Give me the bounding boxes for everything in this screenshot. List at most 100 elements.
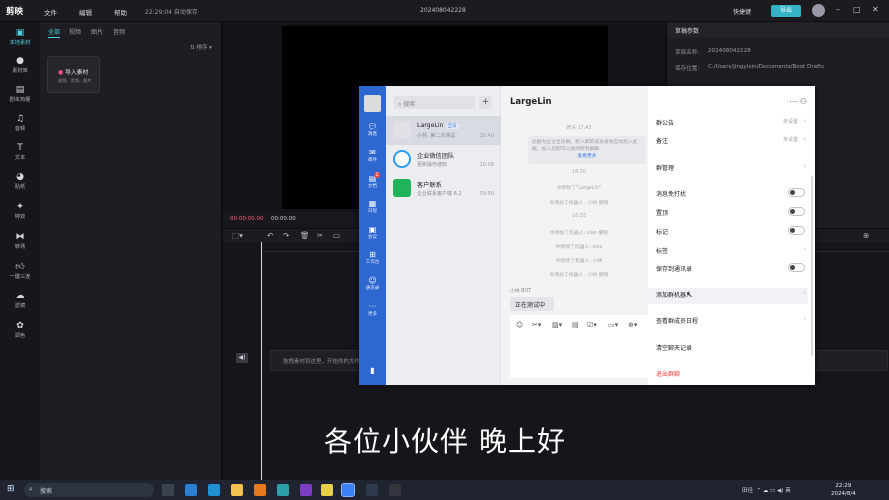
capcut-task-icon[interactable] [389, 484, 401, 496]
rail-filter[interactable]: ☁ 滤镜 [0, 291, 40, 309]
user-avatar[interactable] [812, 4, 825, 17]
mute-toggle[interactable] [788, 188, 805, 197]
conversation-list: ⌕ 搜索 + LargeLin 全员 小林: 第二次测试 16:40 企业微信团队… [386, 86, 501, 385]
split-icon[interactable]: ✂ [317, 231, 323, 240]
autosave-status: 22:29:04 自动保存 [145, 9, 198, 16]
total-time: 00:00:00 [271, 216, 296, 222]
nav-docs[interactable]: ▤ 2 文档 [359, 172, 386, 189]
folder-icon[interactable] [231, 484, 243, 496]
rail-effects[interactable]: ✦ 特效 [0, 202, 40, 220]
minimize-icon[interactable]: – [836, 5, 840, 14]
file-icon[interactable]: ▤ [572, 321, 579, 329]
undo-icon[interactable]: ↶ [267, 231, 273, 240]
zoom-fit-icon[interactable]: ⊕ [863, 231, 869, 240]
explorer-icon[interactable] [185, 484, 197, 496]
add-icon[interactable]: + [479, 96, 492, 109]
nav-contacts[interactable]: ☺ 通讯录 [359, 276, 386, 291]
menu-edit[interactable]: 编辑 [79, 7, 92, 17]
nav-workbench[interactable]: ⊞ 工作台 [359, 250, 386, 265]
rail-transition[interactable]: ⧓ 转场 [0, 232, 40, 250]
rail-library[interactable]: ● 素材库 [0, 56, 40, 74]
row-announcement[interactable]: 群公告 未设置 › [656, 117, 808, 132]
feature-rail: ▣ 本地素材 ● 素材库 ▤ 剧本热梗 ♫ 音频 T 文本 ◕ 贴纸 ✦ 特效 ⧓ 转场 👍︎ 一… [0, 22, 40, 480]
app-icon[interactable] [321, 484, 333, 496]
mark-toggle[interactable] [788, 226, 805, 235]
tab-all[interactable]: 全部 [48, 27, 61, 38]
menu-file[interactable]: 文件 [44, 7, 57, 17]
row-tags[interactable]: 标签 › [656, 245, 808, 260]
conversation-item[interactable]: 客户联系 企业联系客户端 8.2 09:50 [386, 174, 501, 203]
row-clear-history[interactable]: 清空聊天记录 [656, 343, 808, 357]
pin-toggle[interactable] [788, 207, 805, 216]
message-input[interactable]: ☺ ✂▾ ▨▾ ▤ ☑▾ ▭▾ ⊕▾ [510, 315, 648, 378]
search-app-icon[interactable] [254, 484, 266, 496]
rail-media[interactable]: ▣ 本地素材 [0, 28, 40, 46]
tab-audio[interactable]: 音频 [113, 27, 125, 36]
folder-icon[interactable]: ▭▾ [608, 321, 618, 329]
rail-like[interactable]: 👍︎ 一键三连 [0, 262, 40, 280]
tab-image[interactable]: 图片 [91, 27, 103, 36]
system-tray[interactable]: 田径 ⌃ ☁ ▭ ◀) 英 [742, 486, 791, 494]
drop-hint: 拖拽素材到这里，开始你的大作吧 [283, 359, 366, 365]
close-icon[interactable]: ✕ [872, 5, 879, 14]
wecom-task-icon[interactable] [341, 483, 355, 497]
delete-icon[interactable]: 🗑︎ [300, 231, 310, 240]
sort-button[interactable]: ⇅ 排序 ▾ [190, 43, 212, 51]
image-icon[interactable]: ▨▾ [552, 321, 562, 329]
crop-icon[interactable]: ▭ [333, 231, 340, 240]
shortcut-button[interactable]: 快捷键 [733, 7, 751, 16]
nav-settings[interactable]: ▮ [359, 366, 386, 375]
nav-messages[interactable]: 💬︎ 消息 [359, 122, 386, 137]
taskbar-clock[interactable]: 22:29 2024/8/4 [831, 482, 856, 498]
rail-text[interactable]: T 文本 [0, 143, 40, 161]
rail-sticker[interactable]: ◕ 贴纸 [0, 172, 40, 190]
conversation-search[interactable]: ⌕ 搜索 [394, 96, 475, 109]
windows-start-icon[interactable]: ⊞ [7, 484, 15, 494]
row-group-manage[interactable]: 群管理 › [656, 162, 808, 177]
more-options-icon[interactable]: ⋯ [789, 97, 797, 106]
tab-video[interactable]: 视频 [69, 27, 81, 36]
terminal-icon[interactable] [366, 484, 378, 496]
project-title[interactable]: 202408042228 [420, 7, 466, 14]
menu-help[interactable]: 帮助 [114, 7, 127, 17]
row-remark[interactable]: 备注 未设置 › [656, 135, 808, 150]
message-bubble[interactable]: 正在测试中 [510, 297, 554, 311]
conversation-item[interactable]: LargeLin 全员 小林: 第二次测试 16:40 [386, 116, 501, 145]
see-more-link[interactable]: 查看更多 [532, 153, 642, 160]
nav-calendar[interactable]: ▦ 日程 [359, 199, 386, 214]
rail-color[interactable]: ✿ 调色 [0, 321, 40, 339]
rail-script[interactable]: ▤ 剧本热梗 [0, 85, 40, 103]
export-button[interactable]: 导出 [771, 5, 801, 17]
video-subtitle: 各位小伙伴 晚上好 [324, 425, 566, 458]
redo-icon[interactable]: ↷ [283, 231, 289, 240]
nav-more[interactable]: ··· 更多 [359, 302, 386, 317]
nav-mail[interactable]: ✉ 邮件 [359, 148, 386, 163]
row-member-schedule[interactable]: 查看群成员日程 › [656, 315, 808, 330]
task-view-icon[interactable] [162, 484, 174, 496]
row-add-bot[interactable]: 添加群机器人 ↖ › [648, 288, 808, 304]
emoji-icon[interactable]: ☺ [516, 321, 523, 329]
track-audio-icon[interactable]: ◀) [236, 353, 248, 363]
nav-meeting[interactable]: ▣ 会议 [359, 225, 386, 240]
add-member-icon[interactable]: ⚇ [800, 97, 807, 106]
group-settings-panel: ⋯ ⚇ 群公告 未设置 › 备注 未设置 › 群管理 › 消息免打扰 置顶 标记 标签 › … [648, 86, 815, 385]
save-contacts-toggle[interactable] [788, 263, 805, 272]
chevron-right-icon: › [803, 289, 806, 297]
conversation-item[interactable]: 企业微信团队 更新操作通知 16:08 [386, 145, 501, 174]
leave-group-button[interactable]: 退出群聊 [656, 369, 808, 383]
my-avatar[interactable] [364, 95, 381, 112]
row-mark: 标记 [656, 226, 808, 241]
select-tool-icon[interactable]: ⬚▾ [232, 231, 243, 240]
taskbar-search[interactable]: 搜索 [24, 483, 154, 497]
panel-scrollbar[interactable] [811, 176, 813, 356]
todo-icon[interactable]: ☑▾ [587, 321, 597, 329]
screenshot-icon[interactable]: ✂▾ [532, 321, 541, 329]
more-tools-icon[interactable]: ⊕▾ [628, 321, 637, 329]
rail-audio[interactable]: ♫ 音频 [0, 114, 40, 132]
meeting-icon: ▣ [368, 225, 377, 234]
edge-icon[interactable] [277, 484, 289, 496]
maximize-icon[interactable]: □ [853, 5, 861, 14]
visual-studio-icon[interactable] [300, 484, 312, 496]
store-icon[interactable] [208, 484, 220, 496]
import-media-button[interactable]: ● 导入素材 视频、音频、图片 [47, 56, 100, 93]
